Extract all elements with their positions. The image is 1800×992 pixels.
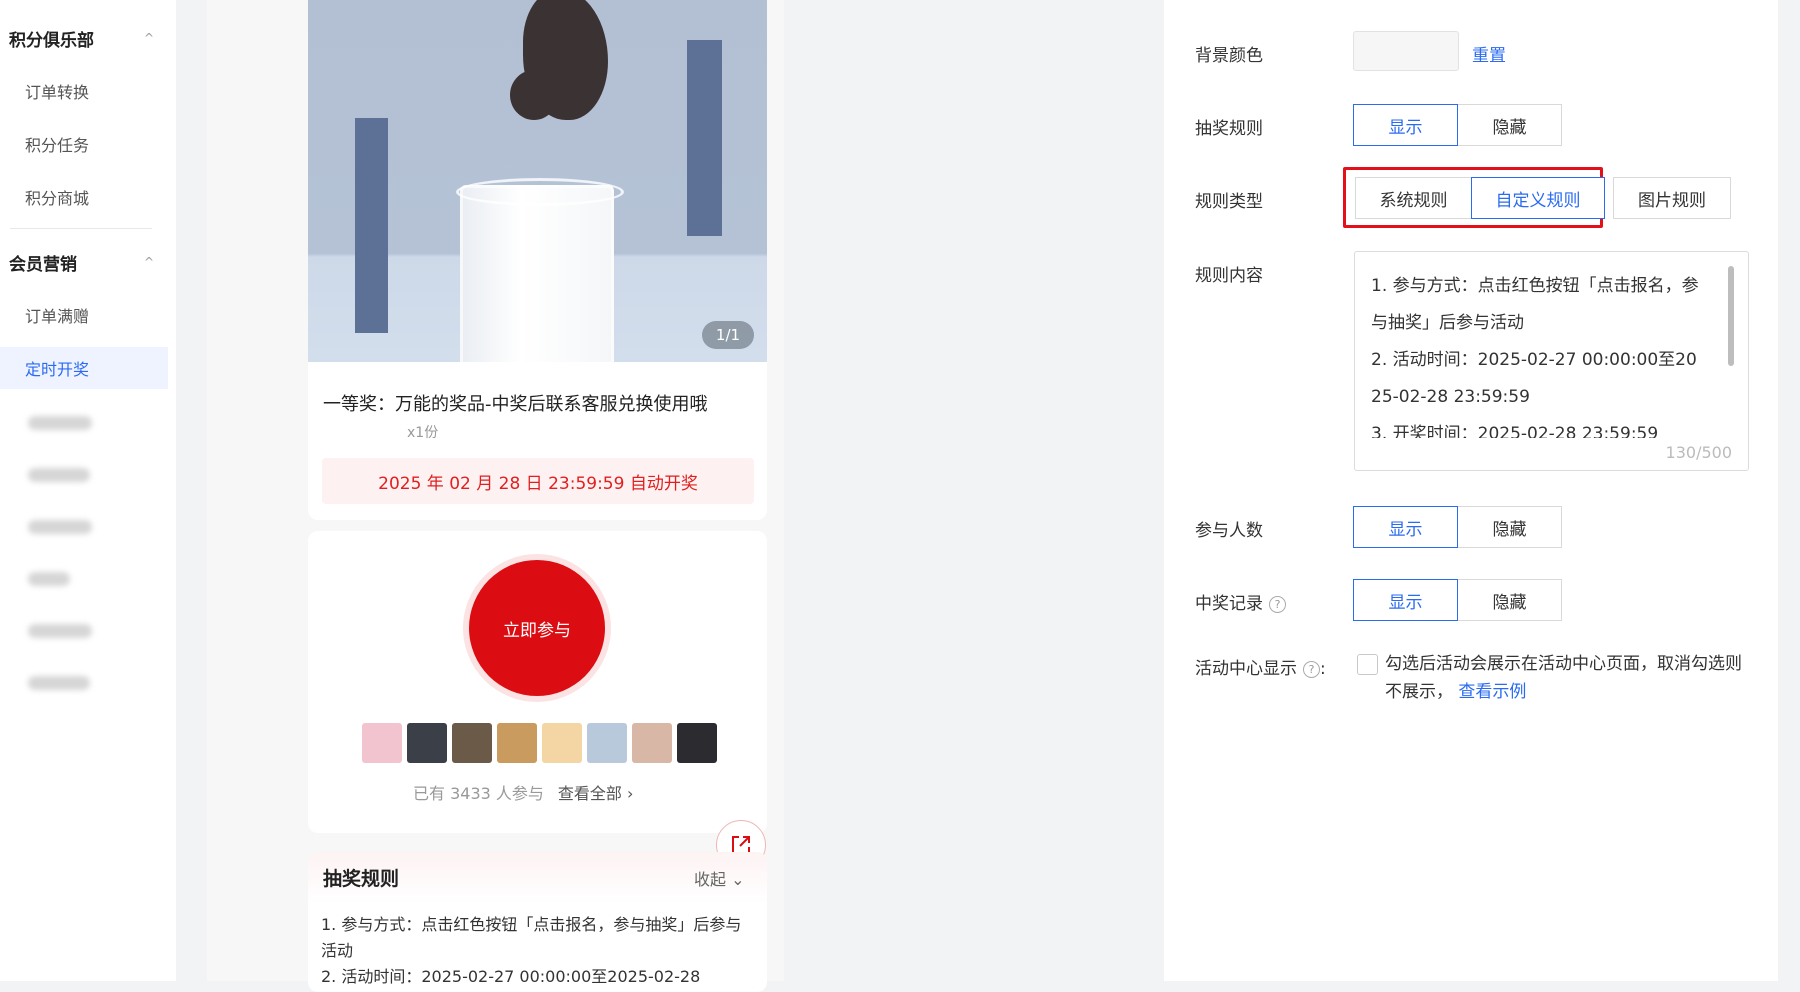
participants-toggle: 显示 隐藏 — [1353, 506, 1562, 548]
avatar — [407, 723, 447, 763]
blurred-menu-item[interactable] — [28, 468, 90, 482]
rule-content-line: 3. 开奖时间：2025-02-28 23:59:59 — [1371, 424, 1659, 438]
activity-center-description: 勾选后活动会展示在活动中心页面，取消勾选则不展示， 查看示例 — [1385, 650, 1755, 706]
activity-center-label-row: 活动中心显示?: — [1195, 654, 1326, 679]
join-button[interactable]: 立即参与 — [469, 560, 605, 696]
rules-line: 1. 参与方式：点击红色按钮「点击报名，参与抽奖」后参与活动 — [321, 915, 742, 960]
blurred-menu-item[interactable] — [28, 520, 92, 534]
rules-text: 1. 参与方式：点击红色按钮「点击报名，参与抽奖」后参与活动 2. 活动时间：2… — [321, 912, 757, 990]
avatar — [362, 723, 402, 763]
activity-center-text: 勾选后活动会展示在活动中心页面，取消勾选则不展示， — [1385, 654, 1742, 702]
winning-records-label: 中奖记录 — [1195, 594, 1263, 614]
textarea-scrollbar[interactable] — [1728, 266, 1734, 366]
settings-panel — [1164, 0, 1778, 981]
lottery-rules-hide-option[interactable]: 隐藏 — [1457, 104, 1562, 146]
milk-glass — [460, 185, 614, 362]
help-icon[interactable]: ? — [1303, 661, 1320, 678]
lottery-rules-show-option[interactable]: 显示 — [1353, 104, 1458, 146]
participants-row: 已有 3433 人参与 查看全部 › — [413, 780, 633, 804]
avatar — [497, 723, 537, 763]
sidebar: 积分俱乐部 ^ 订单转换 积分任务 积分商城 会员营销 ^ 订单满赠 定时开奖 — [0, 0, 176, 981]
prize-image — [308, 0, 767, 362]
sidebar-item-label: 定时开奖 — [25, 360, 90, 379]
activity-center-label: 活动中心显示 — [1195, 659, 1297, 679]
bg-color-picker[interactable] — [1353, 31, 1459, 71]
rule-type-image-option[interactable]: 图片规则 — [1613, 177, 1731, 219]
blurred-menu-item[interactable] — [28, 416, 92, 430]
avatar — [587, 723, 627, 763]
participants-hide-option[interactable]: 隐藏 — [1457, 506, 1562, 548]
sidebar-group-label: 会员营销 — [9, 254, 77, 275]
rule-content-line: 2. 活动时间：2025-02-27 00:00:00至20 — [1371, 350, 1697, 370]
rule-type-label: 规则类型 — [1195, 192, 1263, 212]
avatar — [452, 723, 492, 763]
activity-center-checkbox[interactable] — [1357, 654, 1378, 675]
sidebar-item-label: 积分商城 — [25, 189, 90, 208]
milk-glass-rim — [456, 178, 624, 206]
rules-collapse-toggle[interactable]: 收起 ⌄ — [694, 866, 745, 890]
rules-title: 抽奖规则 — [323, 868, 400, 890]
sidebar-item-points-tasks[interactable]: 积分任务 — [0, 123, 168, 165]
view-all-link[interactable]: 查看全部 › — [558, 780, 634, 804]
sidebar-item-label: 积分任务 — [25, 136, 90, 155]
rule-content-line: 与抽奖」后参与活动 — [1371, 313, 1524, 333]
image-page-indicator: 1/1 — [702, 321, 754, 349]
prize-count: x1份 — [407, 425, 439, 441]
avatar — [542, 723, 582, 763]
participants-label: 参与人数 — [1195, 521, 1263, 541]
blurred-menu-item[interactable] — [28, 624, 92, 638]
avatar — [677, 723, 717, 763]
winning-records-label-row: 中奖记录? — [1195, 589, 1286, 614]
prize-title: 一等奖：万能的奖品-中奖后联系客服兑换使用哦 — [323, 394, 708, 415]
participants-show-option[interactable]: 显示 — [1353, 506, 1458, 548]
sidebar-item-points-mall[interactable]: 积分商城 — [0, 176, 168, 218]
avatar — [632, 723, 672, 763]
sidebar-item-order-gift[interactable]: 订单满赠 — [0, 294, 168, 336]
help-icon[interactable]: ? — [1269, 596, 1286, 613]
sidebar-item-label: 订单转换 — [25, 83, 90, 102]
participants-count: 已有 3433 人参与 — [413, 784, 544, 803]
rules-line: 2. 活动时间：2025-02-27 00:00:00至2025-02-28 — [321, 967, 701, 986]
sidebar-group-points-club[interactable]: 积分俱乐部 ^ — [0, 18, 176, 58]
decor-bar — [355, 118, 388, 333]
chocolate-blob — [510, 70, 558, 120]
lottery-rules-label: 抽奖规则 — [1195, 119, 1263, 139]
rule-content-label: 规则内容 — [1195, 266, 1263, 286]
winning-records-hide-option[interactable]: 隐藏 — [1457, 579, 1562, 621]
chevron-up-icon: ^ — [143, 31, 154, 45]
sidebar-group-label: 积分俱乐部 — [9, 30, 94, 51]
sidebar-group-member-marketing[interactable]: 会员营销 ^ — [0, 242, 176, 282]
blurred-menu-item[interactable] — [28, 572, 70, 586]
chevron-up-icon: ^ — [143, 255, 154, 269]
char-counter: 130/500 — [1665, 443, 1732, 462]
rule-content-text: 1. 参与方式：点击红色按钮「点击报名，参 与抽奖」后参与活动 2. 活动时间：… — [1371, 268, 1721, 438]
rule-content-textarea[interactable]: 1. 参与方式：点击红色按钮「点击报名，参 与抽奖」后参与活动 2. 活动时间：… — [1354, 251, 1749, 471]
winning-records-toggle: 显示 隐藏 — [1353, 579, 1562, 621]
rule-type-custom-option[interactable]: 自定义规则 — [1471, 177, 1605, 219]
sidebar-item-scheduled-draw[interactable]: 定时开奖 — [0, 347, 168, 389]
rule-type-system-option[interactable]: 系统规则 — [1355, 177, 1472, 219]
winning-records-show-option[interactable]: 显示 — [1353, 579, 1458, 621]
draw-time-banner: 2025 年 02 月 28 日 23:59:59 自动开奖 — [322, 458, 754, 504]
rule-type-toggle: 系统规则 自定义规则 图片规则 — [1355, 177, 1731, 219]
lottery-rules-toggle: 显示 隐藏 — [1353, 104, 1562, 146]
bg-color-reset-link[interactable]: 重置 — [1472, 41, 1506, 66]
sidebar-divider — [10, 228, 152, 229]
view-example-link[interactable]: 查看示例 — [1458, 682, 1526, 702]
sidebar-item-label: 订单满赠 — [25, 307, 90, 326]
rule-content-line: 25-02-28 23:59:59 — [1371, 387, 1530, 407]
rule-content-line: 1. 参与方式：点击红色按钮「点击报名，参 — [1371, 276, 1699, 296]
decor-bar — [687, 40, 722, 236]
participant-avatars — [362, 723, 717, 763]
bg-color-label: 背景颜色 — [1195, 46, 1263, 66]
label-colon: : — [1320, 659, 1326, 679]
blurred-menu-item[interactable] — [28, 676, 90, 690]
sidebar-item-order-conversion[interactable]: 订单转换 — [0, 70, 168, 112]
